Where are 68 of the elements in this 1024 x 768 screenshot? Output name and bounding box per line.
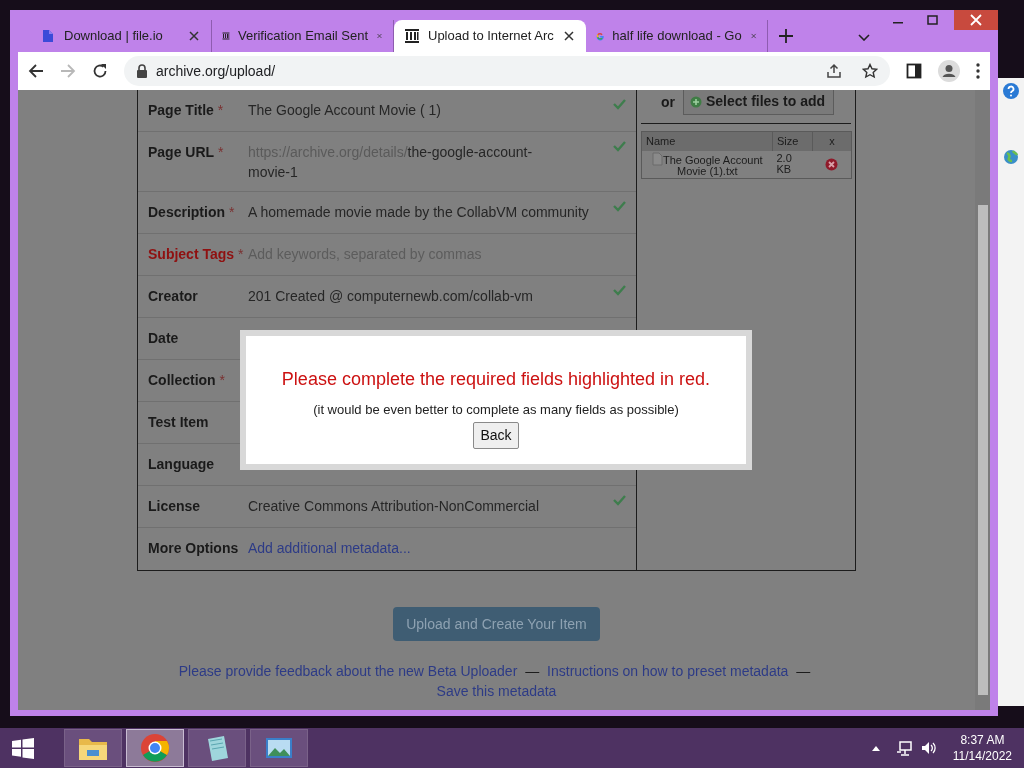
taskbar-button[interactable] [126, 729, 184, 767]
back-button[interactable]: Back [473, 421, 519, 449]
separator: — [796, 663, 811, 679]
clock[interactable]: 8:37 AM 11/14/2022 [952, 732, 1012, 764]
star-icon[interactable] [862, 63, 878, 79]
caret-icon[interactable] [870, 744, 881, 752]
document-icon [651, 151, 663, 166]
url-value[interactable]: https://archive.org/details/the-google-account-movie-1 [248, 142, 548, 182]
field-value[interactable]: A homemade movie made by the CollabVM community [248, 202, 603, 222]
date-text: 11/14/2022 [952, 748, 1012, 764]
remove-icon[interactable] [825, 157, 839, 171]
field-label: Language [148, 455, 216, 474]
address-bar[interactable]: archive.org/upload/ [124, 56, 890, 86]
upload-button[interactable]: Upload and Create Your Item [393, 607, 600, 641]
footer-link[interactable]: Instructions on how to preset metadata [547, 663, 789, 679]
field-label: Collection * [148, 371, 226, 390]
field-label: Test Item [148, 413, 210, 432]
volume-icon[interactable] [920, 740, 937, 756]
time-text: 8:37 AM [959, 732, 1006, 748]
field-label: More Options [148, 539, 240, 558]
taskbar-button[interactable] [64, 729, 122, 767]
hint-text: (it would be even better to complete as many fields as possible) [312, 401, 680, 419]
browser-icon [140, 733, 170, 763]
plus-icon [690, 95, 702, 108]
footer-link[interactable]: Please provide feedback about the new Beta Uploader [178, 663, 518, 679]
or-label: or [661, 93, 675, 112]
share-icon[interactable] [826, 63, 842, 79]
scrollbar[interactable] [975, 90, 990, 710]
new-tab-icon[interactable] [778, 28, 794, 44]
help-icon[interactable] [1002, 82, 1020, 100]
sidebar-icon[interactable] [906, 63, 922, 79]
separator: — [525, 663, 540, 679]
select-files-button[interactable]: Select files to add [683, 90, 835, 115]
profile-icon[interactable] [938, 60, 960, 82]
file-size: 2.0 KB [776, 152, 792, 175]
url-text: archive.org/upload/ [156, 61, 276, 81]
column-header: Name [641, 131, 773, 151]
chevron-icon[interactable] [858, 34, 870, 41]
column-header: Size [772, 131, 813, 151]
field-label: Description * [148, 203, 236, 222]
building-icon [404, 28, 420, 44]
field-label: Page Title * [148, 101, 225, 120]
browser-tab[interactable]: Upload to Internet Arc [394, 20, 586, 52]
taskbar-button[interactable] [188, 729, 246, 767]
globe-icon[interactable] [1003, 148, 1019, 166]
maximize-icon[interactable] [927, 15, 938, 25]
taskbar-button[interactable] [250, 729, 308, 767]
lock-icon [136, 64, 148, 78]
start-icon[interactable] [12, 737, 34, 759]
field-label: Date [148, 329, 180, 348]
footer-link[interactable]: Save this metadata [436, 683, 557, 699]
column-header: x [812, 131, 852, 151]
logo-icon [40, 28, 56, 44]
back-icon[interactable] [28, 63, 44, 79]
menu-icon[interactable] [976, 63, 980, 79]
field-label: License [148, 497, 202, 516]
metadata-link[interactable]: Add additional metadata... [248, 538, 411, 559]
field-label: Page URL * [148, 143, 225, 162]
reload-icon[interactable] [92, 63, 108, 79]
field-label: Creator [148, 287, 199, 306]
field-value[interactable]: 201 Created @ computernewb.com/collab-vm [248, 286, 603, 306]
error-message: Please complete the required fields highlighted in red. [280, 368, 712, 391]
file-name: The Google Account Movie (1).txt [651, 153, 763, 177]
field-value[interactable]: Creative Commons Attribution-NonCommercial [248, 496, 603, 516]
network-icon[interactable] [896, 740, 913, 756]
field-value[interactable]: The Google Account Movie ( 1) [248, 100, 603, 120]
field-label: Subject Tags * [148, 245, 245, 264]
close-icon[interactable] [562, 29, 576, 43]
